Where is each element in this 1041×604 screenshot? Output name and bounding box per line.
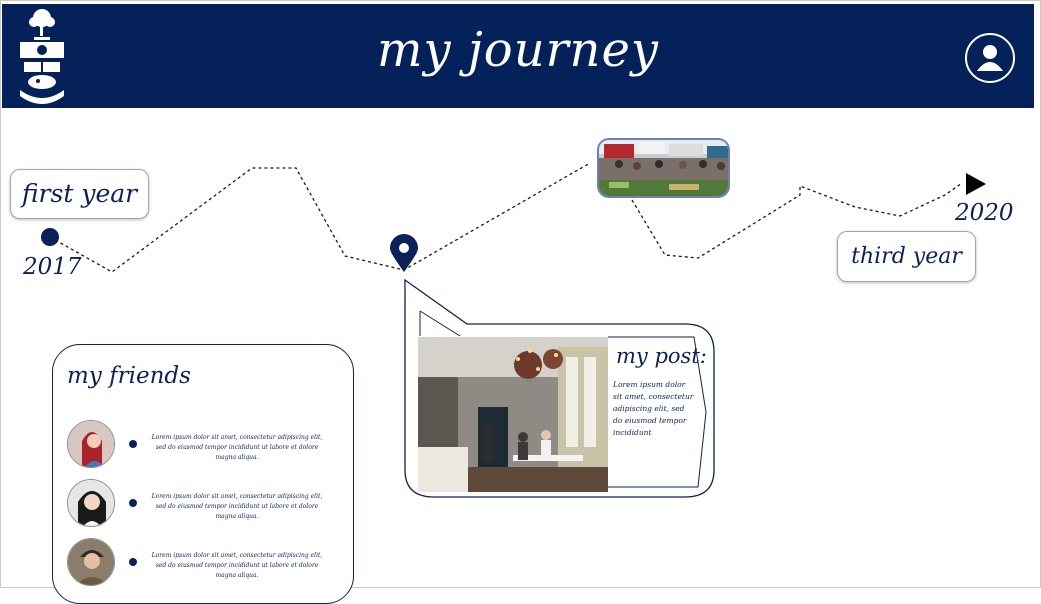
play-arrow-icon [966,173,986,195]
market-photo-image [599,140,728,196]
market-photo[interactable] [597,138,730,198]
start-year: 2017 [23,254,82,280]
first-year-label: first year [10,169,149,219]
friend-item[interactable]: Lorem ipsum dolor sit amet, consectetur … [67,479,347,529]
avatar[interactable] [67,538,115,586]
list-bullet [129,558,137,566]
avatar[interactable] [67,420,115,468]
map-pin-icon [390,234,418,272]
friend-description: Lorem ipsum dolor sit amet, consectetur … [151,434,323,461]
post-text: Lorem ipsum dolor sit amet, consectetur … [613,380,694,437]
avatar[interactable] [67,479,115,527]
friends-title: my friends [67,363,191,389]
third-year-label: third year [837,231,976,282]
timeline-start-dot [41,228,59,246]
friend-item[interactable]: Lorem ipsum dolor sit amet, consectetur … [67,538,347,588]
list-bullet [129,440,137,448]
friend-item[interactable]: Lorem ipsum dolor sit amet, consectetur … [67,420,347,470]
friend-description: Lorem ipsum dolor sit amet, consectetur … [151,552,323,579]
list-bullet [129,499,137,507]
restaurant-photo[interactable] [418,337,608,492]
friend-description: Lorem ipsum dolor sit amet, consectetur … [151,493,323,520]
friends-card: my friends Lorem ipsum dolor sit amet, c… [52,344,354,604]
end-year: 2020 [955,200,1014,226]
restaurant-photo-image [418,337,608,492]
post-title: my post: [616,344,707,368]
